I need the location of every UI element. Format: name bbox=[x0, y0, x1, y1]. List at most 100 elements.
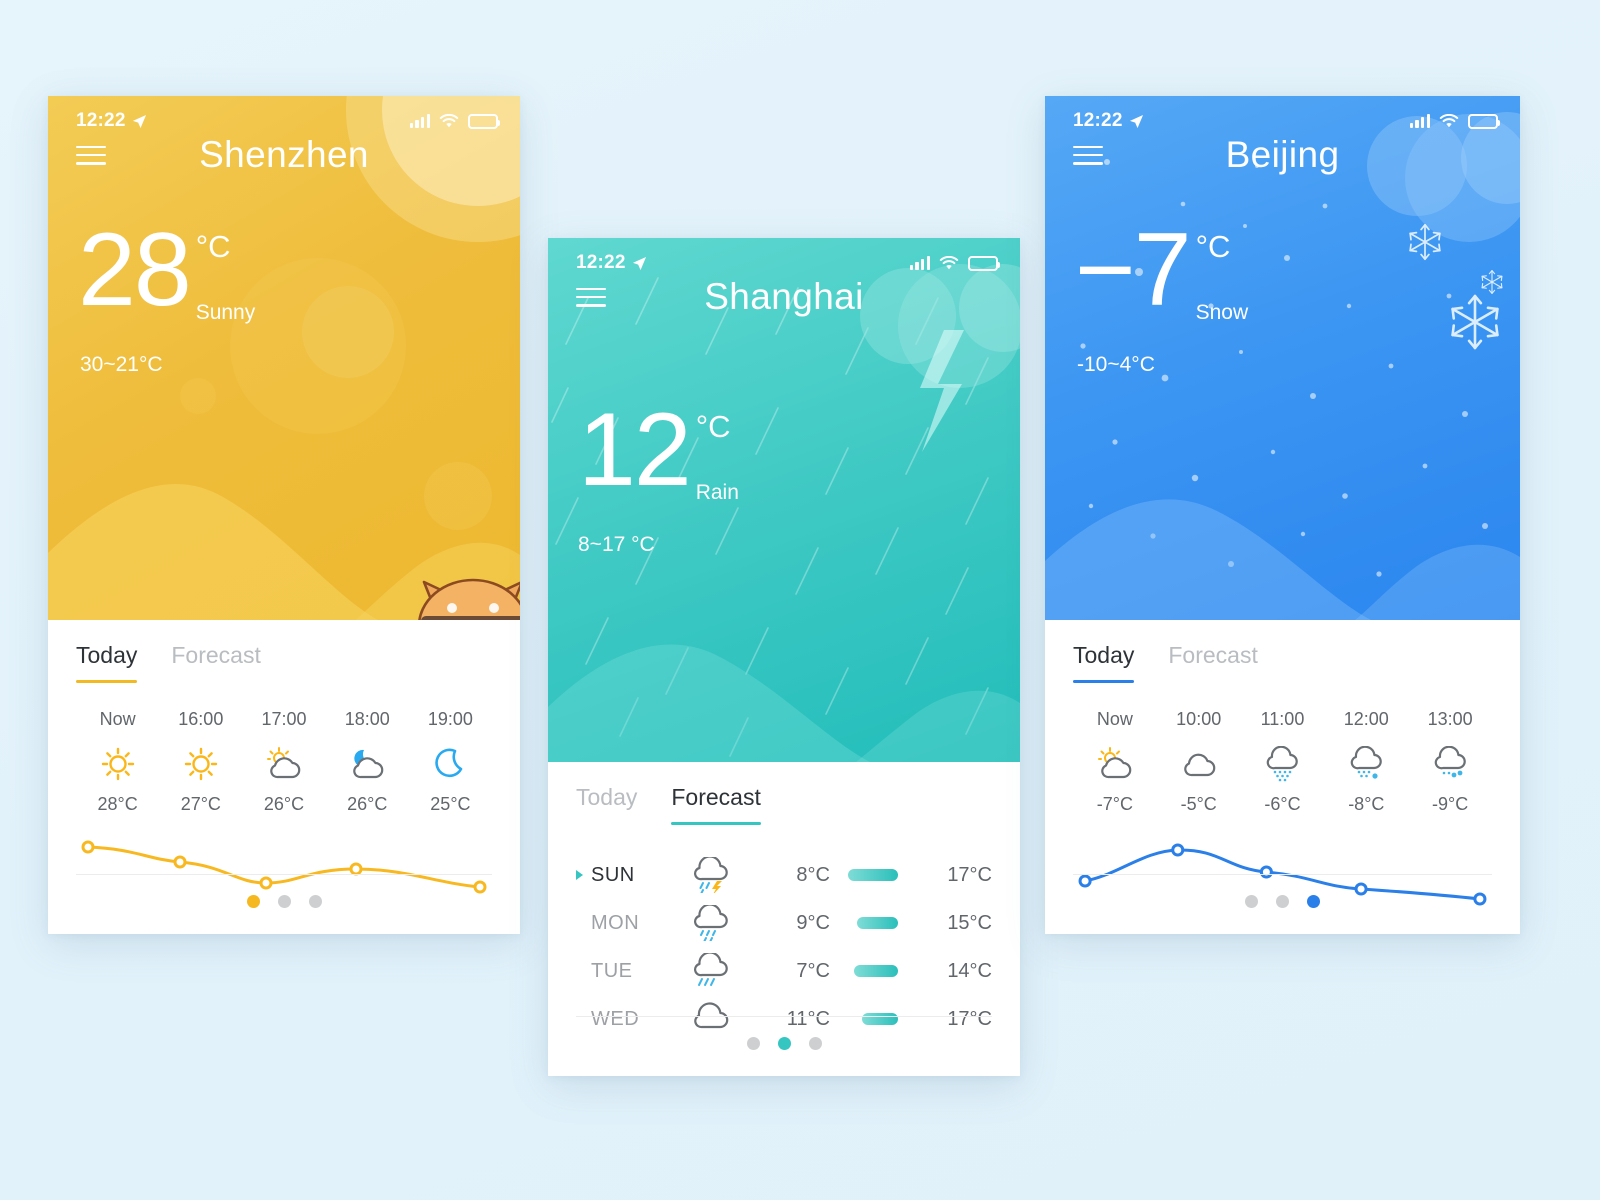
sunglasses-icon bbox=[421, 616, 520, 620]
weather-card-beijing[interactable]: 12:22 Beijing −7 °C Snow -10~4°C Today F… bbox=[1045, 96, 1520, 934]
hourly-forecast-list: Now -7°C 10:00 -5°C 11:00 -6°C 12:00 -8°… bbox=[1073, 709, 1492, 815]
forecast-range-bar bbox=[848, 869, 898, 881]
location-arrow-icon bbox=[132, 114, 146, 128]
forecast-row[interactable]: TUE 7°C 14°C bbox=[576, 947, 992, 995]
temp-range-label: -10~4°C bbox=[1077, 352, 1155, 376]
panel-footer bbox=[76, 874, 492, 934]
hour-time: 19:00 bbox=[427, 709, 473, 729]
forecast-range-bar bbox=[848, 965, 898, 977]
tab-forecast[interactable]: Forecast bbox=[171, 642, 260, 683]
weather-card-shenzhen[interactable]: 12:22 Shenzhen 28 °C Sunny 30~21°C Today… bbox=[48, 96, 520, 934]
temp-unit: °C bbox=[195, 228, 231, 264]
tab-today[interactable]: Today bbox=[76, 642, 138, 683]
location-arrow-icon bbox=[632, 256, 646, 270]
hourly-item[interactable]: 12:00 -8°C bbox=[1324, 709, 1408, 815]
forecast-low: 9°C bbox=[796, 911, 830, 934]
status-time: 12:22 bbox=[76, 110, 126, 131]
hour-time: 18:00 bbox=[344, 709, 390, 729]
page-dot[interactable] bbox=[246, 895, 260, 908]
signal-bars-icon bbox=[409, 114, 430, 128]
nav-bar-shenzhen: Shenzhen bbox=[48, 132, 520, 175]
hour-time: Now bbox=[1096, 709, 1133, 729]
cloud-icon bbox=[1157, 744, 1241, 784]
hero-shenzhen: 12:22 Shenzhen 28 °C Sunny 30~21°C bbox=[48, 96, 520, 620]
tab-today[interactable]: Today bbox=[1073, 642, 1135, 683]
hourly-item[interactable]: Now 28°C bbox=[76, 709, 159, 815]
hourly-item[interactable]: 11:00 -6°C bbox=[1241, 709, 1325, 815]
panel-footer bbox=[1073, 874, 1492, 934]
forecast-day-label: MON bbox=[591, 911, 640, 934]
daily-forecast-list: SUN 8°C 17°C MON 9°C 15°C TUE 7°C 14°C W… bbox=[576, 851, 992, 1043]
location-arrow-icon bbox=[1129, 114, 1143, 128]
wifi-icon bbox=[1439, 113, 1459, 127]
hour-temp: -7°C bbox=[1096, 794, 1133, 814]
forecast-day-cell: MON bbox=[576, 912, 668, 935]
forecast-day-cell: TUE bbox=[576, 960, 668, 983]
nav-bar-shanghai: Shanghai bbox=[548, 274, 1020, 317]
hour-temp: -9°C bbox=[1431, 794, 1469, 814]
tab-bar: Today Forecast bbox=[576, 784, 992, 825]
status-time: 12:22 bbox=[1073, 110, 1123, 131]
page-dot[interactable] bbox=[746, 1037, 760, 1050]
forecast-row[interactable]: SUN 8°C 17°C bbox=[576, 851, 992, 899]
status-bar: 12:22 bbox=[548, 238, 1020, 274]
moon-behind-cloud-icon bbox=[326, 744, 409, 784]
forecast-row[interactable]: MON 9°C 15°C bbox=[576, 899, 992, 947]
hour-time: Now bbox=[99, 709, 136, 729]
hour-temp: 27°C bbox=[180, 794, 221, 814]
page-dot[interactable] bbox=[1245, 895, 1258, 908]
page-dot[interactable] bbox=[1276, 895, 1289, 908]
battery-icon bbox=[468, 113, 500, 129]
hourly-item[interactable]: 10:00 -5°C bbox=[1157, 709, 1241, 815]
moon-icon bbox=[409, 744, 492, 784]
status-time: 12:22 bbox=[576, 252, 626, 273]
sun-behind-cloud-icon bbox=[1073, 744, 1157, 784]
forecast-range-bar bbox=[848, 917, 898, 929]
status-left: 12:22 bbox=[1073, 110, 1144, 132]
sun-icon bbox=[76, 744, 159, 784]
condition-label: Snow bbox=[1195, 300, 1249, 324]
hourly-item[interactable]: Now -7°C bbox=[1073, 709, 1157, 815]
hourly-forecast-list: Now 28°C 16:00 27°C 17:00 26°C 18:00 26°… bbox=[76, 709, 492, 815]
forecast-day-label: SUN bbox=[591, 863, 635, 886]
hourly-item[interactable]: 19:00 25°C bbox=[409, 709, 492, 815]
hour-temp: 28°C bbox=[97, 794, 138, 814]
hourly-item[interactable]: 16:00 27°C bbox=[159, 709, 242, 815]
hour-time: 13:00 bbox=[1427, 709, 1473, 729]
hourly-item[interactable]: 18:00 26°C bbox=[326, 709, 409, 815]
page-dot[interactable] bbox=[777, 1037, 791, 1050]
weather-card-shanghai[interactable]: 12:22 Shanghai 12 °C Rain 8~17 °C H Toda… bbox=[548, 238, 1020, 1076]
forecast-low: 7°C bbox=[796, 959, 830, 982]
forecast-high: 15°C bbox=[947, 911, 992, 934]
current-temperature-block: 12 °C Rain bbox=[548, 307, 1020, 511]
page-indicator bbox=[1073, 875, 1492, 908]
hourly-item[interactable]: 13:00 -9°C bbox=[1408, 709, 1492, 815]
page-dot[interactable] bbox=[808, 1037, 822, 1050]
bottom-panel-shanghai: Today Forecast SUN 8°C 17°C MON 9°C 15°C… bbox=[548, 762, 1020, 1076]
forecast-high: 14°C bbox=[947, 959, 992, 982]
condition-label: Sunny bbox=[195, 300, 256, 324]
forecast-day-label: TUE bbox=[591, 959, 633, 982]
wifi-icon bbox=[939, 255, 959, 269]
hourly-item[interactable]: 17:00 26°C bbox=[242, 709, 325, 815]
hero-shanghai: 12:22 Shanghai 12 °C Rain 8~17 °C H bbox=[548, 238, 1020, 762]
tab-forecast[interactable]: Forecast bbox=[671, 784, 762, 825]
thunderstorm-icon bbox=[668, 857, 752, 893]
hour-temp: -5°C bbox=[1180, 794, 1217, 814]
forecast-low: 8°C bbox=[796, 863, 830, 886]
battery-icon bbox=[968, 255, 1000, 271]
tab-forecast[interactable]: Forecast bbox=[1168, 642, 1257, 683]
page-dot[interactable] bbox=[277, 895, 291, 908]
temp-unit: °C bbox=[695, 408, 731, 444]
sleet-icon bbox=[1408, 744, 1492, 784]
tab-today[interactable]: Today bbox=[576, 784, 637, 825]
status-right bbox=[409, 113, 500, 129]
page-indicator bbox=[76, 875, 492, 908]
hour-time: 12:00 bbox=[1343, 709, 1389, 729]
page-dot[interactable] bbox=[1307, 895, 1320, 908]
status-right bbox=[909, 255, 1000, 271]
current-temperature-block: 28 °C Sunny bbox=[48, 165, 520, 331]
status-right bbox=[1409, 113, 1500, 129]
page-dot[interactable] bbox=[308, 895, 322, 908]
sleet-icon bbox=[1324, 744, 1408, 784]
